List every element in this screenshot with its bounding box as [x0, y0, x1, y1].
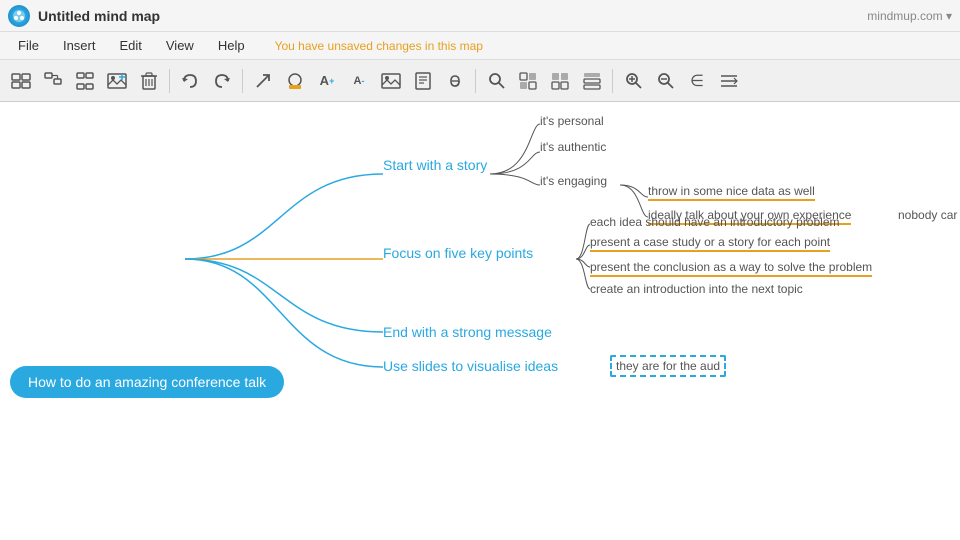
search-icon[interactable]	[481, 66, 511, 96]
menu-view[interactable]: View	[156, 36, 204, 55]
leaf-intro-next[interactable]: create an introduction into the next top…	[590, 282, 803, 296]
redo-icon[interactable]	[207, 66, 237, 96]
sep2	[242, 69, 243, 93]
zoom-in-icon[interactable]	[618, 66, 648, 96]
title-bar: Untitled mind map mindmup.com ▾	[0, 0, 960, 32]
menu-edit[interactable]: Edit	[109, 36, 151, 55]
sep3	[475, 69, 476, 93]
mindmup-brand[interactable]: mindmup.com ▾	[867, 9, 952, 23]
select-icon[interactable]	[6, 66, 36, 96]
unsaved-notice: You have unsaved changes in this map	[275, 39, 483, 53]
sep1	[169, 69, 170, 93]
app-logo	[8, 5, 30, 27]
leaf-throw-data[interactable]: throw in some nice data as well	[648, 184, 815, 201]
note-icon[interactable]	[408, 66, 438, 96]
branch-start-story[interactable]: Start with a story	[383, 157, 487, 173]
branch-use-slides[interactable]: Use slides to visualise ideas	[383, 358, 558, 374]
sep4	[612, 69, 613, 93]
filter1-icon[interactable]	[513, 66, 543, 96]
leaf-slides-audience[interactable]: they are for the aud	[610, 355, 726, 377]
fit-icon[interactable]: ∈	[682, 66, 712, 96]
add-child-icon[interactable]	[38, 66, 68, 96]
image-embed-icon[interactable]	[376, 66, 406, 96]
leaf-personal[interactable]: it's personal	[540, 114, 604, 128]
link-out-icon[interactable]	[248, 66, 278, 96]
branch-focus-points[interactable]: Focus on five key points	[383, 245, 533, 261]
zoom-out-icon[interactable]	[650, 66, 680, 96]
menu-insert[interactable]: Insert	[53, 36, 106, 55]
menu-bar: File Insert Edit View Help You have unsa…	[0, 32, 960, 60]
collapse-icon[interactable]	[714, 66, 744, 96]
title-left: Untitled mind map	[8, 5, 160, 27]
add-image-icon[interactable]	[102, 66, 132, 96]
app-title: Untitled mind map	[38, 8, 160, 24]
font-smaller-icon[interactable]: A-	[344, 66, 374, 96]
delete-icon[interactable]	[134, 66, 164, 96]
link-icon[interactable]	[440, 66, 470, 96]
menu-file[interactable]: File	[8, 36, 49, 55]
mind-map-canvas[interactable]: How to do an amazing conference talk Sta…	[0, 102, 960, 540]
color-icon[interactable]	[280, 66, 310, 96]
leaf-case-study[interactable]: present a case study or a story for each…	[590, 235, 830, 252]
filter2-icon[interactable]	[545, 66, 575, 96]
leaf-conclusion[interactable]: present the conclusion as a way to solve…	[590, 260, 872, 277]
branch-end-message[interactable]: End with a strong message	[383, 324, 552, 340]
root-node[interactable]: How to do an amazing conference talk	[10, 366, 284, 398]
leaf-nobody-car: nobody car	[898, 208, 957, 222]
leaf-authentic[interactable]: it's authentic	[540, 140, 606, 154]
leaf-each-idea[interactable]: each idea should have an introductory pr…	[590, 215, 840, 229]
font-larger-icon[interactable]: A+	[312, 66, 342, 96]
add-sibling-icon[interactable]	[70, 66, 100, 96]
toolbar: A+ A- ∈	[0, 60, 960, 102]
leaf-engaging[interactable]: it's engaging	[540, 174, 607, 188]
filter3-icon[interactable]	[577, 66, 607, 96]
menu-help[interactable]: Help	[208, 36, 255, 55]
undo-icon[interactable]	[175, 66, 205, 96]
